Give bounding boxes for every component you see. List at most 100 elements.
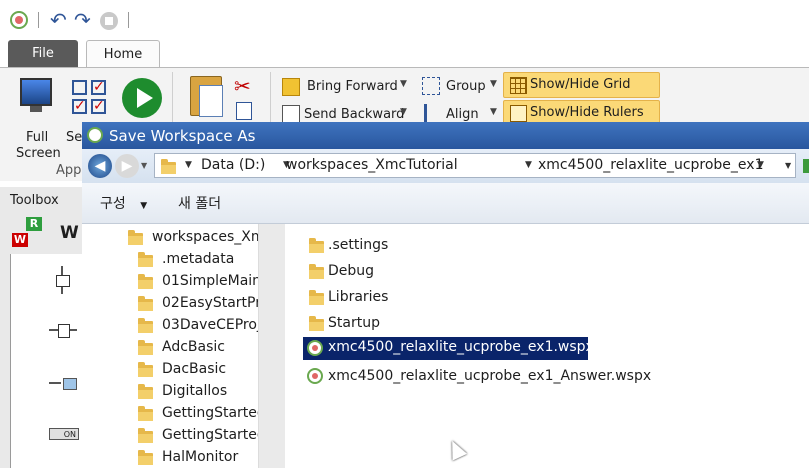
group-button[interactable]: Group ▼ <box>420 75 500 97</box>
chevron-down-icon[interactable]: ▼ <box>525 160 532 170</box>
full-screen-button[interactable]: Full Screen <box>12 74 61 161</box>
list-item[interactable]: xmc4500_relaxlite_ucprobe_ex1_Answer.wsp… <box>303 366 651 388</box>
tree-item[interactable]: Digitallos <box>138 382 258 402</box>
path-dropdown-icon[interactable]: ▼ <box>785 161 791 170</box>
list-item-selected[interactable]: xmc4500_relaxlite_ucprobe_ex1.wspx <box>303 337 594 360</box>
folder-icon <box>309 238 324 253</box>
chevron-down-icon: ▼ <box>490 79 497 89</box>
folder-icon <box>138 428 153 443</box>
on-switch-icon[interactable]: ON <box>49 428 79 440</box>
tree-item-label: 03DaveCEProj <box>162 317 261 333</box>
tree-item[interactable]: GettingStartedF <box>138 426 274 446</box>
tree-item[interactable]: HalMonitor <box>138 448 258 468</box>
breadcrumb-workspaces[interactable]: workspaces_XmcTutorial <box>286 157 458 173</box>
show-hide-rulers-label: Show/Hide Rulers <box>530 105 644 120</box>
breadcrumb-project[interactable]: xmc4500_relaxlite_ucprobe_ex1 <box>538 157 763 173</box>
folder-icon <box>138 406 153 421</box>
align-button[interactable]: Align ▼ <box>420 102 500 124</box>
tab-file[interactable]: File <box>8 40 78 67</box>
list-item[interactable]: Libraries <box>303 288 503 308</box>
tree-item[interactable]: .metadata <box>138 250 258 270</box>
show-hide-grid-button[interactable]: Show/Hide Grid <box>503 72 660 98</box>
tab-home[interactable]: Home <box>86 40 160 69</box>
bring-forward-label: Bring Forward <box>307 79 398 94</box>
read-write-icon: R W <box>12 217 46 249</box>
folder-icon <box>161 159 176 174</box>
back-button[interactable]: ◀ <box>88 154 112 178</box>
file-name: xmc4500_relaxlite_ucprobe_ex1_Answer.wsp… <box>328 368 652 384</box>
folder-icon <box>128 230 143 245</box>
file-name: Startup <box>328 315 380 331</box>
send-backward-button[interactable]: Send Backward ▼ <box>280 102 410 124</box>
dialog-title: Save Workspace As <box>109 127 256 145</box>
grid-icon <box>510 77 527 94</box>
organize-button[interactable]: 구성 ▼ <box>100 193 147 213</box>
list-item[interactable]: Startup <box>303 314 503 334</box>
image-slider-icon[interactable] <box>49 378 77 390</box>
folder-icon <box>138 252 153 267</box>
tree-item-label: 02EasyStartPro <box>162 295 270 311</box>
file-name: .settings <box>328 237 389 253</box>
new-folder-button[interactable]: 새 폴더 <box>178 193 221 213</box>
dialog-title-bar[interactable]: Save Workspace As <box>82 122 809 149</box>
run-button[interactable] <box>120 76 164 120</box>
navigation-pane: workspaces_Xm .metadata 01SimpleMainF 02… <box>82 224 274 468</box>
tree-item[interactable]: DacBasic <box>138 360 258 380</box>
tree-item-label: 01SimpleMainF <box>162 273 270 289</box>
folder-icon <box>138 362 153 377</box>
command-bar: 구성 ▼ 새 폴더 <box>82 183 809 224</box>
tree-item[interactable]: workspaces_Xm <box>128 228 264 248</box>
tree-item[interactable]: GettingStartedF <box>138 404 274 424</box>
scissors-icon[interactable]: ✂ <box>234 74 251 98</box>
toolbox-items: ON <box>10 254 83 468</box>
ruler-icon <box>510 105 527 122</box>
navigation-scrollbar[interactable] <box>258 224 286 468</box>
tree-item-label: .metadata <box>162 251 235 267</box>
arrow-left-icon: ◀ <box>94 158 106 174</box>
file-list: .settings Debug Libraries Startup xmc450… <box>285 224 809 468</box>
full-screen-label-1: Full <box>26 130 49 145</box>
history-dropdown-icon[interactable]: ▼ <box>141 161 147 170</box>
slider-vertical-icon[interactable] <box>56 266 70 294</box>
tree-item[interactable]: 01SimpleMainF <box>138 272 269 292</box>
organize-label: 구성 <box>100 196 126 212</box>
tree-item-label: Digitallos <box>162 383 228 399</box>
toolbox-side-letter: W <box>60 223 79 243</box>
tree-item[interactable]: 03DaveCEProj <box>138 316 261 336</box>
bring-forward-icon <box>282 78 300 96</box>
file-name: Debug <box>328 263 375 279</box>
paste-icon[interactable] <box>190 76 223 117</box>
chevron-down-icon: ▼ <box>400 107 407 117</box>
folder-icon <box>309 316 324 331</box>
tree-item[interactable]: AdcBasic <box>138 338 258 358</box>
refresh-icon[interactable] <box>803 159 809 173</box>
toolbox-title: Toolbox <box>10 193 59 208</box>
save-workspace-dialog: Save Workspace As ◀ ▶ ▼ ▼ Data (D:) ▼ wo… <box>82 122 809 468</box>
forward-button[interactable]: ▶ <box>115 154 139 178</box>
folder-icon <box>138 296 153 311</box>
tree-item-label: workspaces_Xm <box>152 229 265 245</box>
mouse-cursor-icon <box>444 437 468 461</box>
redo-icon[interactable]: ↷ <box>74 8 91 32</box>
group-label: Group <box>446 79 486 94</box>
copy-icon[interactable] <box>236 102 252 120</box>
breadcrumb-data-drive[interactable]: Data (D:) <box>201 157 265 173</box>
chevron-down-icon[interactable]: ▼ <box>757 160 764 170</box>
slider-horizontal-icon[interactable] <box>49 324 77 338</box>
tree-item-label: DacBasic <box>162 361 227 377</box>
quick-access-toolbar: ↶ ↷ <box>0 0 809 40</box>
tree-item[interactable]: 02EasyStartPro <box>138 294 269 314</box>
send-backward-icon <box>282 105 300 123</box>
checkbox-grid-icon: ✓ ✓ ✓ <box>72 79 106 114</box>
tree-item-label: AdcBasic <box>162 339 225 355</box>
list-item[interactable]: Debug <box>303 262 503 282</box>
path-box[interactable]: ▼ Data (D:) ▼ workspaces_XmcTutorial ▼ x… <box>154 153 796 178</box>
stop-icon[interactable] <box>100 12 118 30</box>
list-item[interactable]: .settings <box>303 236 503 256</box>
folder-icon <box>138 384 153 399</box>
folder-icon <box>138 340 153 355</box>
bring-forward-button[interactable]: Bring Forward ▼ <box>280 75 410 97</box>
play-icon <box>122 78 162 118</box>
undo-icon[interactable]: ↶ <box>50 8 67 32</box>
group-icon <box>422 77 440 95</box>
